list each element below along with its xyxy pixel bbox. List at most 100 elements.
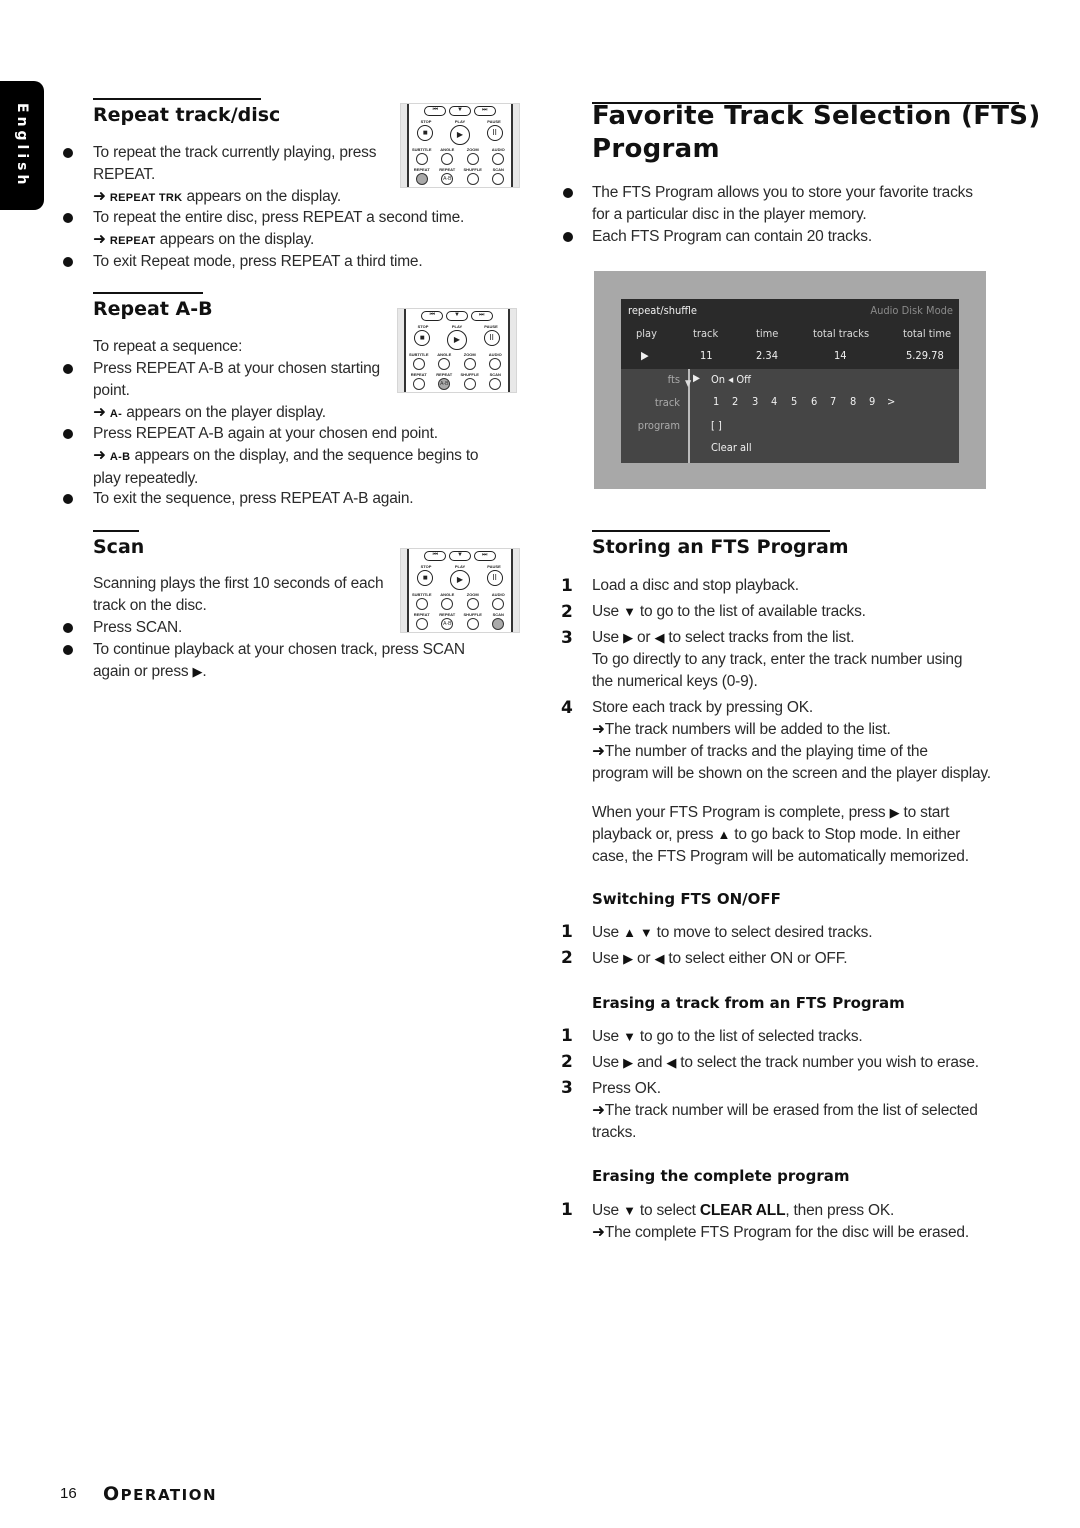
osd-track-6[interactable]: 6 xyxy=(811,395,817,408)
osd-track-7[interactable]: 7 xyxy=(830,395,836,408)
section-heading-storing: Storing an FTS Program xyxy=(592,530,849,558)
pause-icon: II xyxy=(486,125,503,141)
subheading-switching: Switching FTS ON/OFF xyxy=(592,890,781,908)
subtitle-button-icon xyxy=(412,358,425,370)
remote-label: PLAY xyxy=(454,564,466,569)
text: Use xyxy=(592,950,624,967)
storing-step-4: Store each track by pressing OK. ➜The tr… xyxy=(592,697,991,785)
step-number: 4 xyxy=(561,698,573,718)
osd-cursor-icon: ▼ xyxy=(685,379,692,389)
osd-col-total-time: total time xyxy=(903,327,952,340)
step-number: 1 xyxy=(561,1200,573,1220)
repeat-track-bullet-2: To repeat the entire disc, press REPEAT … xyxy=(93,207,464,252)
step-number: 2 xyxy=(561,602,573,622)
osd-col-track: track xyxy=(693,327,719,340)
osd-fts-label: fts xyxy=(667,373,680,386)
osd-mode: Audio Disk Mode xyxy=(870,304,953,317)
text: Store each track by pressing OK. xyxy=(592,699,814,716)
scan-button-icon xyxy=(489,378,502,390)
angle-button-icon xyxy=(441,153,454,165)
right-arrow-icon: ▶ xyxy=(623,1055,633,1070)
right-arrow-icon: ▶ xyxy=(623,630,633,645)
text: playback or, press xyxy=(592,826,718,843)
remote-illustration-repeat-ab: ⏮ ▼ ⏭ STOP PLAY PAUSE ■ ▶ II SUBTITLE ANGLE ZOOM… xyxy=(397,308,517,393)
arrow-icon: ➜ xyxy=(93,188,106,205)
osd-right-icon: ▶ xyxy=(693,373,700,384)
osd-col-play: play xyxy=(636,327,657,340)
pause-icon: II xyxy=(486,570,503,586)
remote-label: REPEAT xyxy=(436,372,453,377)
repeat-ab-button-icon: A-B xyxy=(438,378,451,390)
erasing-all-step-1: Use ▼ to select CLEAR ALL, then press OK… xyxy=(592,1200,969,1244)
display-code: A-B xyxy=(109,451,131,463)
text: program will be shown on the screen and … xyxy=(592,765,991,782)
repeat-ab-intro: To repeat a sequence: xyxy=(93,338,243,355)
osd-track-3[interactable]: 3 xyxy=(752,395,758,408)
osd-track-2[interactable]: 2 xyxy=(732,395,738,408)
bullet-icon xyxy=(63,257,73,267)
next-icon: ⏭ xyxy=(470,311,493,321)
remote-label: SHUFFLE xyxy=(463,167,482,172)
display-code: REPEAT xyxy=(109,235,156,247)
bullet-icon xyxy=(563,188,573,198)
erasing-track-step-3: Press OK. ➜The track number will be eras… xyxy=(592,1078,978,1144)
step-number: 2 xyxy=(561,948,573,968)
text: Press REPEAT A-B again at your chosen en… xyxy=(93,425,438,442)
title-line: Program xyxy=(592,134,720,164)
storing-step-1: Load a disc and stop playback. xyxy=(592,577,799,594)
text: to start xyxy=(899,804,950,821)
text: to go to the list of available tracks. xyxy=(635,603,866,620)
text: point. xyxy=(93,382,130,399)
text: Scanning plays the first 10 seconds of e… xyxy=(93,575,384,592)
down-arrow-icon: ▼ xyxy=(623,1203,636,1218)
shuffle-button-icon xyxy=(466,618,479,630)
prev-icon: ⏮ xyxy=(424,551,447,561)
page-number: 16 xyxy=(60,1485,77,1502)
osd-fts-value[interactable]: On ◂ Off xyxy=(711,373,751,386)
osd-total-time-value: 5.29.78 xyxy=(906,349,944,362)
remote-label: SUBTITLE xyxy=(408,352,429,357)
repeat-ab-button-icon: A-B xyxy=(441,173,454,185)
remote-label: AUDIO xyxy=(491,147,505,152)
step-number: 1 xyxy=(561,576,573,596)
step-number: 3 xyxy=(561,1078,573,1098)
arrow-icon: ➜ xyxy=(592,1102,605,1119)
remote-label: SUBTITLE xyxy=(411,147,432,152)
text: appears on the display, and the sequence… xyxy=(130,447,479,464)
section-heading-scan: Scan xyxy=(93,530,145,558)
text: to select the track number you wish to e… xyxy=(676,1054,979,1071)
repeat-button-icon xyxy=(412,378,425,390)
osd-clear-all[interactable]: Clear all xyxy=(711,441,752,454)
play-icon: ▶ xyxy=(446,330,467,350)
text: to select tracks from the list. xyxy=(664,629,855,646)
text: The number of tracks and the playing tim… xyxy=(604,743,928,760)
osd-track-9[interactable]: 9 xyxy=(869,395,875,408)
fts-bullet-1: The FTS Program allows you to store your… xyxy=(592,182,973,226)
osd-track-5[interactable]: 5 xyxy=(791,395,797,408)
osd-track-8[interactable]: 8 xyxy=(850,395,856,408)
section-heading-repeat-ab: Repeat A-B xyxy=(93,292,213,320)
osd-track-1[interactable]: 1 xyxy=(713,395,719,408)
text: Press OK. xyxy=(592,1080,661,1097)
remote-label: STOP xyxy=(417,324,429,329)
storing-step-2: Use ▼ to go to the list of available tra… xyxy=(592,601,866,623)
osd-track-4[interactable]: 4 xyxy=(771,395,777,408)
text: or xyxy=(632,950,655,967)
display-code: A- xyxy=(109,408,123,420)
osd-track-more[interactable]: > xyxy=(887,395,895,408)
down-arrow-icon: ▼ xyxy=(623,1029,636,1044)
switching-step-2: Use ▶ or ◀ to select either ON or OFF. xyxy=(592,948,848,970)
remote-label: ANGLE xyxy=(440,147,455,152)
bullet-icon xyxy=(63,148,73,158)
erasing-track-step-2: Use ▶ and ◀ to select the track number y… xyxy=(592,1052,979,1074)
remote-label: ZOOM xyxy=(466,592,479,597)
bullet-icon xyxy=(63,494,73,504)
bullet-icon xyxy=(63,623,73,633)
text: Use xyxy=(592,1028,624,1045)
osd-program-value[interactable]: [ ] xyxy=(711,419,722,432)
pause-icon: II xyxy=(483,330,500,346)
bullet-icon xyxy=(63,213,73,223)
text: tracks. xyxy=(592,1124,637,1141)
section-cap: O xyxy=(103,1483,121,1505)
osd-program-label: program xyxy=(637,419,680,432)
